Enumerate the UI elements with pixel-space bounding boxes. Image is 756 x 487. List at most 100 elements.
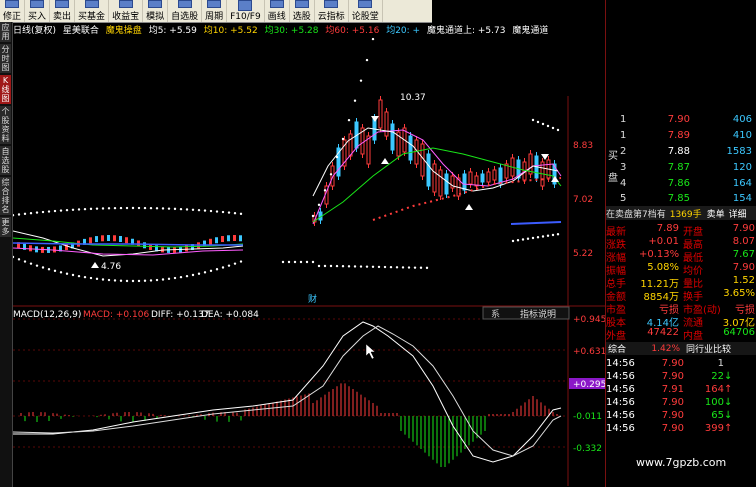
toolbar-button[interactable]: 画线 (265, 0, 290, 22)
level-volume: 406 (732, 114, 752, 125)
channel-dot (95, 207, 99, 210)
toolbar-button[interactable]: 买基金 (75, 0, 110, 22)
quote-row: 涨跌 +0.01 最高 8.07 (606, 236, 756, 251)
channel-dot (173, 276, 177, 280)
sidebar-item[interactable]: 综合排名 (0, 177, 11, 215)
channel-dot (215, 268, 219, 271)
channel-dot (541, 235, 545, 238)
toolbar-button[interactable]: 论股堂 (349, 0, 383, 22)
period-label[interactable]: 日线(复权) (13, 26, 56, 36)
channel-dot (35, 264, 39, 267)
tick-time: 14:56 (606, 384, 635, 395)
channel-dot (65, 208, 69, 212)
channel-dot (59, 209, 63, 212)
level-num: 2 (620, 146, 627, 157)
quote-label: 金额 (606, 292, 626, 303)
level-price: 7.89 (667, 130, 690, 141)
toolbar-button[interactable]: 收益宝 (109, 0, 144, 22)
channel-dot (77, 208, 81, 211)
sidebar-item[interactable]: 更多 (0, 217, 11, 237)
toolbar-button-label: 收益宝 (112, 12, 140, 22)
toolbar-button[interactable]: 修正 (0, 0, 26, 22)
toolbar-button[interactable]: 买入 (25, 0, 51, 22)
macd-value: MACD: +0.106 (83, 310, 149, 320)
triangle-up-3 (91, 262, 99, 268)
macd-title[interactable]: MACD(12,26,9) (13, 310, 81, 320)
sidebar-item[interactable]: 应用 (0, 22, 11, 42)
channel-dot (155, 278, 159, 282)
candle-body (29, 245, 32, 252)
sidebar-item[interactable]: 自选股 (0, 146, 11, 175)
channel-dot (317, 203, 321, 207)
fund-icon (84, 0, 99, 8)
down-arrow-icon: ↓ (724, 397, 733, 408)
order-book-row[interactable]: 4 7.86 164 (620, 178, 756, 192)
tick-time: 14:56 (606, 397, 635, 408)
finance-marker[interactable]: 财 (308, 293, 317, 305)
indicator-row: 日线(复权) 星美联合 魔鬼操盘 均5: +5.59 均10: +5.52 均3… (13, 23, 552, 36)
toolbar-button[interactable]: 自选股 (168, 0, 203, 22)
sell-orders-tab[interactable]: 卖单 (707, 207, 725, 220)
ma30-value: 均30: +5.28 (264, 26, 319, 36)
channel-dot (546, 234, 550, 237)
toolbar-button[interactable]: 模拟 (143, 0, 169, 22)
ma-trunc-value: 均20: + (386, 26, 421, 36)
toolbar-button[interactable]: F10/F9 (227, 0, 265, 22)
channel-dot (131, 206, 135, 210)
channel-dot (371, 37, 375, 41)
toolbar-button[interactable]: 卖出 (50, 0, 76, 22)
channel-dot (329, 264, 333, 268)
quote-value: +0.13% (639, 249, 680, 260)
quote-label: 市盈(动) (683, 305, 721, 316)
ma60-value: 均60: +5.16 (325, 26, 380, 36)
channel-dot (317, 264, 321, 268)
quote-label: 内盘 (683, 331, 703, 342)
channel-dot (377, 265, 381, 269)
level-volume: 164 (732, 178, 752, 189)
sidebar-item[interactable]: 分时图 (0, 44, 11, 73)
channel-mid-value: 魔鬼通道 (512, 26, 549, 36)
channel-dot (167, 277, 171, 281)
kline-chart[interactable]: 10.37 4.76 财 8.83 7.02 5.22 MACD(12,26,9… (13, 36, 605, 486)
order-book-row[interactable]: 5 7.85 154 (620, 193, 756, 207)
order-book-row[interactable]: 2 7.88 1583 (620, 146, 756, 160)
detail-tab[interactable]: 详细 (729, 207, 747, 220)
quote-row: 金额 8854万 换手 3.65% (606, 288, 756, 303)
level-num: 5 (620, 193, 627, 204)
tab-composite[interactable]: 综合 (606, 342, 640, 355)
candle-body (480, 173, 485, 183)
channel-dot (149, 206, 153, 210)
candle-body (233, 235, 236, 242)
formula-name[interactable]: 魔鬼操盘 (106, 26, 142, 36)
tab-industry-compare[interactable]: 同行业比较 (686, 342, 731, 355)
quote-label: 外盘 (606, 331, 626, 342)
indicator-help-tab[interactable]: 指标说明 (520, 308, 556, 320)
toolbar-button[interactable]: 周期 (202, 0, 228, 22)
star-icon (177, 0, 192, 8)
channel-dot (347, 265, 351, 268)
toolbar-button[interactable]: 选股 (290, 0, 315, 22)
channel-dot (221, 266, 225, 269)
level-num: 1 (620, 130, 627, 141)
info-icon (238, 0, 253, 11)
channel-dot (47, 268, 51, 271)
macd-tab-left[interactable]: 系 (491, 309, 500, 320)
quote-label: 涨幅 (606, 253, 626, 264)
sidebar-item[interactable]: 个股资料 (0, 106, 11, 144)
toolbar-button[interactable]: 云指标 (315, 0, 349, 22)
channel-dot (203, 271, 207, 274)
channel-dot (197, 208, 201, 212)
channel-dot (113, 206, 117, 210)
tick-price: 7.90 (661, 371, 684, 382)
order-book-row[interactable]: 1 7.90 406 (620, 114, 756, 128)
channel-dot (419, 266, 423, 269)
sidebar-item[interactable]: K线图 (0, 75, 11, 104)
channel-dot (59, 271, 63, 274)
order-book-row[interactable]: 3 7.87 120 (620, 162, 756, 176)
channel-dot (531, 118, 535, 122)
order-book-row[interactable]: 1 7.89 410 (620, 130, 756, 144)
quote-label: 量比 (683, 279, 703, 290)
channel-dot (161, 207, 165, 210)
channel-dot (536, 236, 540, 239)
chat-icon (358, 0, 373, 8)
